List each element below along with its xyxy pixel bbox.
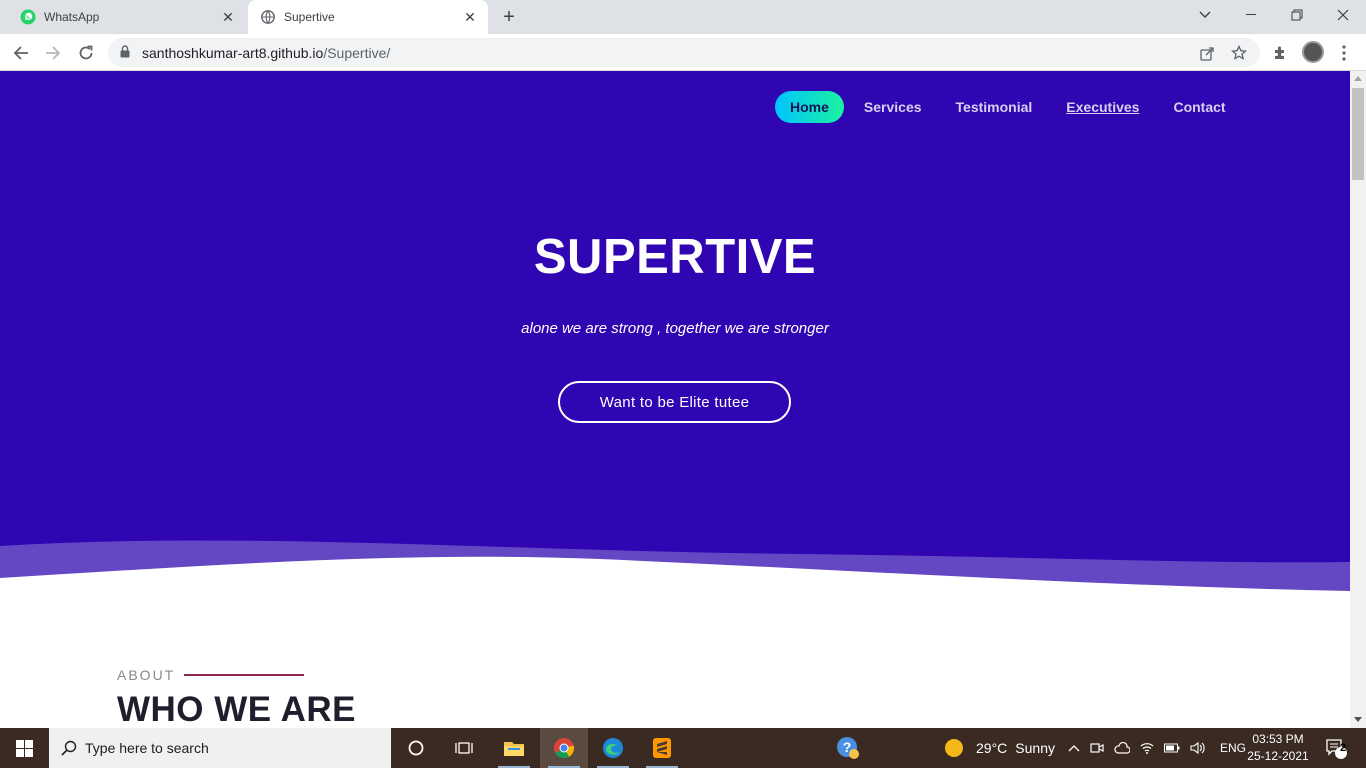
nav-services[interactable]: Services [864, 91, 922, 123]
profile-avatar[interactable] [1302, 41, 1324, 63]
clock-date: 25-12-2021 [1247, 749, 1309, 763]
sun-icon [944, 738, 964, 758]
close-window-icon[interactable] [1320, 0, 1366, 30]
system-tray: ENG [1068, 728, 1246, 768]
chrome-icon[interactable] [540, 728, 588, 768]
notification-count: 2 [1340, 742, 1347, 754]
scrollbar-thumb[interactable] [1352, 88, 1364, 180]
help-icon[interactable]: ? [824, 728, 872, 768]
forward-arrow-icon[interactable] [41, 41, 65, 65]
lock-icon[interactable] [120, 45, 130, 63]
show-hidden-icons-chevron-icon[interactable] [1068, 744, 1080, 752]
tab-search-chevron-icon[interactable] [1182, 0, 1228, 30]
page-scrollbar[interactable] [1350, 71, 1366, 728]
tab-title: Supertive [284, 10, 335, 24]
scroll-up-arrow-icon[interactable] [1354, 76, 1362, 81]
sublime-text-icon[interactable] [638, 728, 686, 768]
bookmark-star-icon[interactable] [1230, 44, 1248, 62]
search-icon [61, 740, 77, 756]
cortana-circle-icon[interactable] [392, 728, 440, 768]
close-tab-icon[interactable]: ✕ [220, 9, 236, 25]
nav-executives[interactable]: Executives [1066, 91, 1139, 123]
elite-tutee-button[interactable]: Want to be Elite tutee [558, 381, 791, 423]
windows-taskbar: Type here to search ? 29°C Sunny ENG 03:… [0, 728, 1366, 768]
whatsapp-icon [20, 9, 36, 25]
nav-home[interactable]: Home [775, 90, 844, 123]
edge-icon[interactable] [589, 728, 637, 768]
hero-tagline: alone we are strong , together we are st… [521, 320, 829, 337]
about-heading: WHO WE ARE [117, 690, 356, 728]
taskbar-clock[interactable]: 03:53 PM 25-12-2021 [1240, 731, 1316, 765]
restore-icon[interactable] [1274, 0, 1320, 30]
notification-center-icon[interactable]: 2 [1316, 728, 1356, 768]
nav-testimonial[interactable]: Testimonial [956, 91, 1033, 123]
hero-wave-divider [0, 526, 1350, 596]
file-explorer-icon[interactable] [490, 728, 538, 768]
site-navigation: Home Services Testimonial Executives Con… [775, 90, 1260, 123]
browser-toolbar: santhoshkumar-art8.github.io/Supertive/ [0, 34, 1366, 71]
new-tab-plus-icon[interactable]: + [498, 6, 520, 28]
url-text: santhoshkumar-art8.github.io/Supertive/ [142, 45, 391, 61]
clock-time: 03:53 PM [1252, 732, 1304, 746]
battery-icon[interactable] [1164, 743, 1180, 753]
weather-widget[interactable]: 29°C Sunny [944, 728, 1055, 768]
cloud-icon[interactable] [1114, 742, 1130, 754]
nav-contact[interactable]: Contact [1173, 91, 1225, 123]
extensions-puzzle-icon[interactable] [1268, 41, 1292, 65]
about-label: ABOUT [117, 667, 176, 683]
about-divider-line [184, 674, 304, 676]
globe-icon [260, 9, 276, 25]
minimize-icon[interactable] [1228, 0, 1274, 30]
scroll-down-arrow-icon[interactable] [1354, 717, 1362, 722]
webpage-content: Home Services Testimonial Executives Con… [0, 71, 1350, 728]
tab-supertive[interactable]: Supertive ✕ [248, 0, 488, 34]
reload-icon[interactable] [74, 41, 98, 65]
menu-kebab-icon[interactable] [1332, 41, 1356, 65]
back-arrow-icon[interactable] [9, 41, 33, 65]
hero-section: Home Services Testimonial Executives Con… [0, 71, 1350, 591]
tab-whatsapp[interactable]: WhatsApp ✕ [0, 0, 246, 34]
taskbar-search-input[interactable]: Type here to search [49, 728, 391, 768]
search-placeholder: Type here to search [85, 740, 209, 756]
hero-title: SUPERTIVE [533, 230, 817, 284]
task-view-icon[interactable] [440, 728, 488, 768]
tab-title: WhatsApp [44, 10, 100, 24]
browser-tab-strip: WhatsApp ✕ Supertive ✕ + [0, 0, 1366, 34]
volume-icon[interactable] [1190, 741, 1206, 755]
weather-desc: Sunny [1015, 740, 1055, 756]
close-tab-icon[interactable]: ✕ [462, 9, 478, 25]
address-bar[interactable]: santhoshkumar-art8.github.io/Supertive/ [108, 38, 1260, 67]
share-icon[interactable] [1198, 44, 1216, 62]
windows-start-icon[interactable] [0, 728, 48, 768]
weather-temp: 29°C [976, 740, 1008, 756]
meet-now-icon[interactable] [1090, 741, 1104, 755]
wifi-icon[interactable] [1140, 742, 1154, 754]
